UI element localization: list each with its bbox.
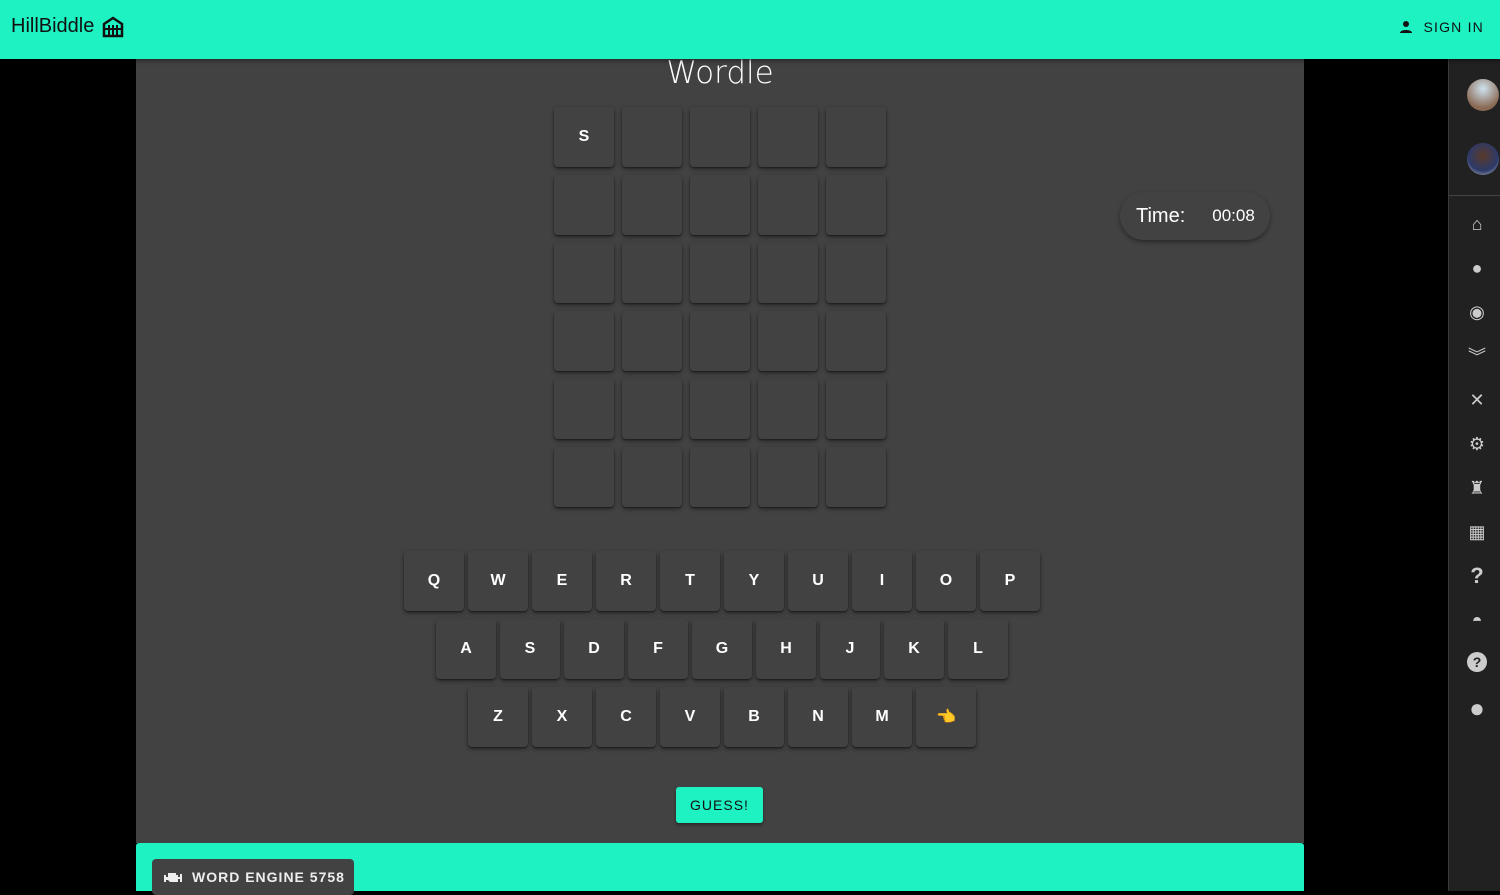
letter-tile [690,107,750,167]
letter-tile: S [554,107,614,167]
letter-tile [690,243,750,303]
person-icon [1400,21,1413,33]
letter-tile [826,379,886,439]
engine-icon [164,873,182,882]
letter-tile [622,447,682,507]
key-u[interactable]: U [788,551,848,611]
key-c[interactable]: C [596,687,656,747]
sign-in-label: SIGN IN [1423,19,1484,35]
letter-tile [622,107,682,167]
letter-tile [690,447,750,507]
top-bar: HillBiddle SIGN IN [0,0,1500,59]
right-sidebar: ⌂ ● ◉ ︾ ✕ ⚙ ♜ ▦? ◓? ● [1448,59,1500,891]
person-icon[interactable]: ● [1465,256,1489,280]
guess-button[interactable]: GUESS! [676,787,763,823]
circle-icon[interactable]: ● [1465,693,1489,723]
word-engine-button[interactable]: WORD ENGINE 5758 [152,859,354,895]
letter-tile [826,311,886,371]
key-b[interactable]: B [724,687,784,747]
page-title: Wordle [666,55,774,91]
question-icon[interactable]: ? [1465,563,1489,588]
brand[interactable]: HillBiddle [11,15,124,38]
footer-bar: WORD ENGINE 5758 [136,843,1304,895]
home-icon[interactable]: ⌂ [1465,212,1489,236]
key-n[interactable]: N [788,687,848,747]
key-q[interactable]: Q [404,551,464,611]
letter-tile [554,447,614,507]
letter-tile [554,311,614,371]
backspace-key[interactable]: 👈 [916,687,976,747]
letter-tile [622,379,682,439]
letter-tile [758,175,818,235]
key-k[interactable]: K [884,619,944,679]
letter-tile [758,447,818,507]
key-t[interactable]: T [660,551,720,611]
key-i[interactable]: I [852,551,912,611]
letter-tile [554,379,614,439]
letter-tile [622,175,682,235]
game-panel: Wordle S Q W E R T Y U I O P A S D F G H J K L Z X C V B N M 👈 Tim… [136,55,1304,843]
key-m[interactable]: M [852,687,912,747]
key-d[interactable]: D [564,619,624,679]
key-e[interactable]: E [532,551,592,611]
letter-tile [554,175,614,235]
letter-tile [622,243,682,303]
key-a[interactable]: A [436,619,496,679]
letter-tile [826,243,886,303]
letter-tile [758,311,818,371]
keyboard-icon[interactable]: ▦ [1465,520,1489,544]
letter-tile [758,243,818,303]
letter-tile [758,379,818,439]
timer-label: Time: [1136,204,1186,227]
sign-in-button[interactable]: SIGN IN [1399,19,1484,35]
letter-tile [690,311,750,371]
key-r[interactable]: R [596,551,656,611]
letter-tile [690,175,750,235]
trophy-icon[interactable]: ♜ [1465,476,1489,500]
letter-tile [826,175,886,235]
key-f[interactable]: F [628,619,688,679]
letter-tile [826,447,886,507]
hat-icon[interactable]: ◓ [1465,608,1489,632]
help-circle-icon[interactable]: ? [1467,652,1487,672]
divider [1449,195,1500,196]
key-x[interactable]: X [532,687,592,747]
brand-name: HillBiddle [11,15,95,37]
letter-tile [690,379,750,439]
word-engine-label: WORD ENGINE 5758 [192,869,345,885]
crossed-swords-icon[interactable]: ✕ [1465,388,1489,412]
key-w[interactable]: W [468,551,528,611]
key-y[interactable]: Y [724,551,784,611]
letter-tile [826,107,886,167]
key-s[interactable]: S [500,619,560,679]
avatar[interactable] [1467,143,1499,175]
key-o[interactable]: O [916,551,976,611]
avatar[interactable] [1467,79,1499,111]
letter-tile [758,107,818,167]
key-g[interactable]: G [692,619,752,679]
key-l[interactable]: L [948,619,1008,679]
key-v[interactable]: V [660,687,720,747]
key-h[interactable]: H [756,619,816,679]
key-j[interactable]: J [820,619,880,679]
key-p[interactable]: P [980,551,1040,611]
timer: Time: 00:08 [1120,192,1270,240]
bat-icon[interactable]: ︾ [1465,344,1489,368]
key-z[interactable]: Z [468,687,528,747]
building-icon [103,15,124,37]
pumpkin-icon[interactable]: ◉ [1465,300,1489,324]
letter-tile [554,243,614,303]
timer-value: 00:08 [1212,206,1255,225]
letter-tile [622,311,682,371]
gear-icon[interactable]: ⚙ [1465,432,1489,456]
